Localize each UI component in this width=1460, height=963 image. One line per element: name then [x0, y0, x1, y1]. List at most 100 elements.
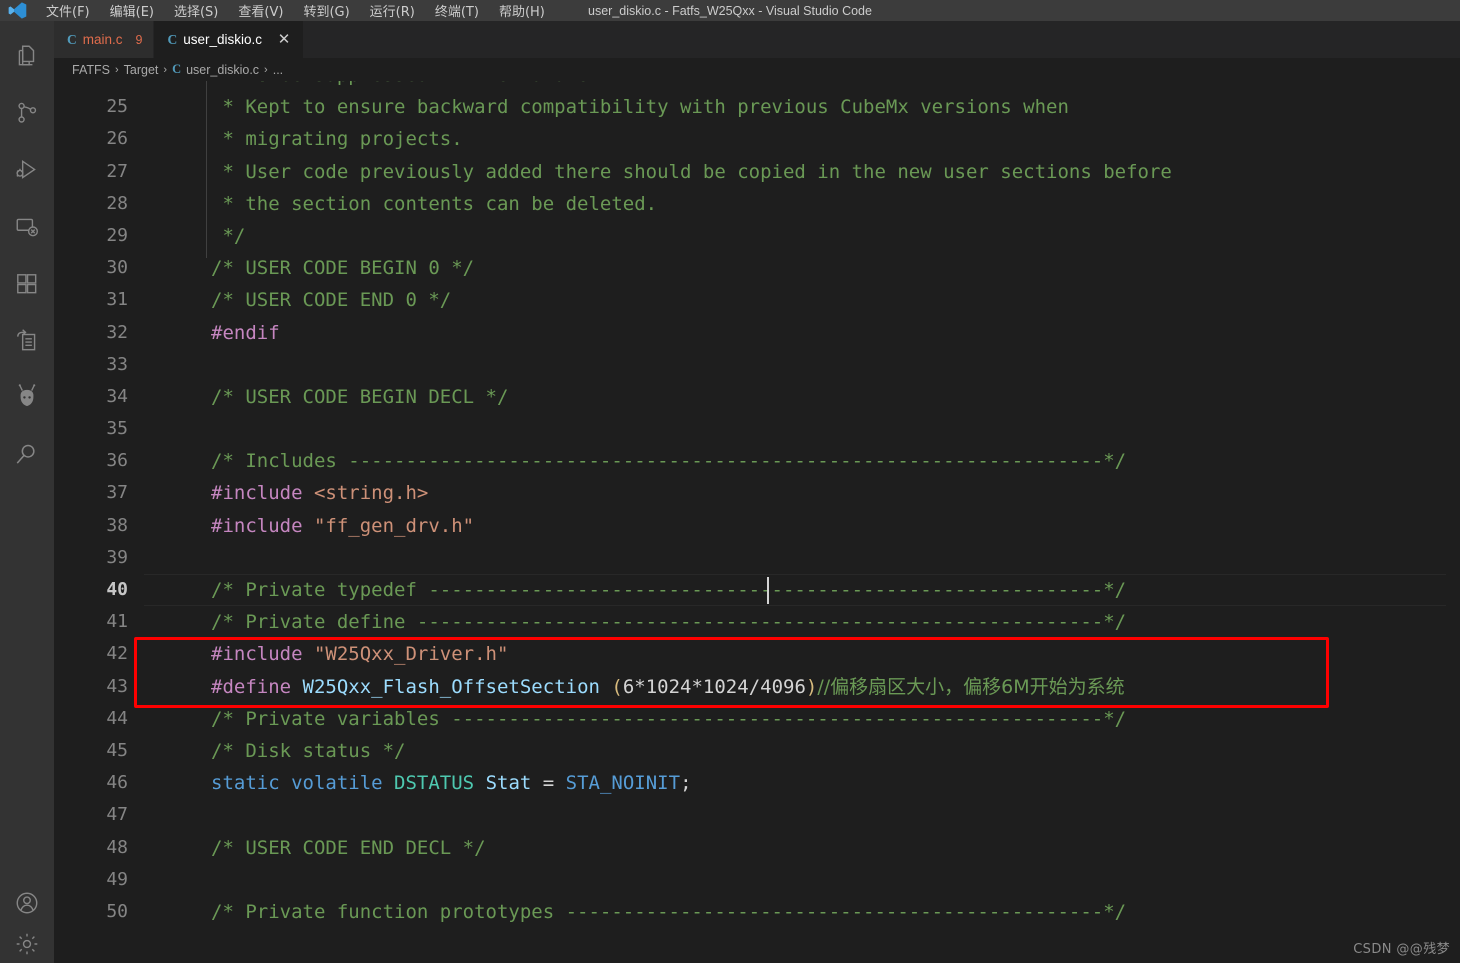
line-text: /* Private variables -------------------… [211, 707, 1127, 730]
c-file-icon: C [67, 31, 77, 47]
code-editor[interactable]: 24 * To be suppressed in the future.25 *… [54, 81, 1460, 963]
menu-help[interactable]: 帮助(H) [489, 0, 555, 22]
menu-selection[interactable]: 选择(S) [164, 0, 228, 22]
code-line: 37 #include <string.h> [54, 477, 1460, 509]
tab-label: user_diskio.c [183, 32, 263, 47]
menu-run[interactable]: 运行(R) [360, 0, 425, 22]
explorer-icon[interactable] [0, 27, 54, 84]
line-text: /* USER CODE END DECL */ [211, 836, 486, 859]
line-number: 46 [106, 772, 128, 794]
code-line: 47 [54, 799, 1460, 831]
editor-area: C main.c 9 C user_diskio.c ✕ FATFS › Tar… [54, 21, 1460, 963]
line-number: 45 [106, 739, 128, 761]
csdn-watermark: CSDN @@残梦 [1353, 942, 1450, 957]
tab-main-c[interactable]: C main.c 9 [54, 21, 155, 58]
code-line: 26 * migrating projects. [54, 123, 1460, 155]
line-number: 28 [106, 192, 128, 214]
tab-bar-filler [304, 21, 1460, 58]
line-number: 34 [106, 385, 128, 407]
vscode-logo-icon [0, 0, 36, 21]
line-number: 50 [106, 900, 128, 922]
line-number: 32 [106, 321, 128, 343]
settings-gear-icon[interactable] [0, 931, 54, 957]
line-number: 27 [106, 160, 128, 182]
tab-error-badge: 9 [135, 32, 143, 47]
code-line: 39 [54, 542, 1460, 574]
activity-bar-bottom-group [0, 874, 54, 963]
code-line: 25 * Kept to ensure backward compatibili… [54, 91, 1460, 123]
line-text: #include <string.h> [211, 482, 429, 505]
line-text: /* Private function prototypes ---------… [211, 900, 1127, 923]
line-number: 44 [106, 707, 128, 729]
remote-explorer-icon[interactable] [0, 198, 54, 255]
code-line: 33 [54, 349, 1460, 381]
line-text: /* Disk status */ [211, 739, 406, 762]
line-number: 41 [106, 611, 128, 633]
code-line: 27 * User code previously added there sh… [54, 156, 1460, 188]
line-text: * User code previously added there shoul… [211, 160, 1172, 183]
code-line: 31 /* USER CODE END 0 */ [54, 284, 1460, 316]
line-number: 47 [106, 804, 128, 826]
line-number: 31 [106, 289, 128, 311]
line-text: #endif [211, 321, 280, 344]
text-cursor [767, 577, 769, 605]
tab-user-diskio-c[interactable]: C user_diskio.c ✕ [154, 21, 305, 58]
line-number: 29 [106, 224, 128, 246]
indent-guide [206, 81, 207, 259]
line-text: #define W25Qxx_Flash_OffsetSection (6*10… [211, 675, 1125, 698]
line-text: * the section contents can be deleted. [211, 192, 658, 215]
source-control-icon[interactable] [0, 84, 54, 141]
breadcrumb-target[interactable]: Target [124, 63, 159, 77]
code-line: 41 /* Private define --------------------… [54, 606, 1460, 638]
close-icon[interactable]: ✕ [276, 32, 292, 48]
line-number: 43 [106, 675, 128, 697]
breadcrumb-fatfs[interactable]: FATFS [72, 63, 110, 77]
tab-bar: C main.c 9 C user_diskio.c ✕ [54, 21, 1460, 58]
vscode-window: user_diskio.c - Fatfs_W25Qxx - Visual St… [0, 0, 1460, 963]
menu-terminal[interactable]: 终端(T) [425, 0, 489, 22]
code-line: 38 #include "ff_gen_drv.h" [54, 510, 1460, 542]
code-line: 30 /* USER CODE BEGIN 0 */ [54, 252, 1460, 284]
search-icon[interactable] [0, 426, 54, 483]
line-number: 36 [106, 450, 128, 472]
code-line: 49 [54, 864, 1460, 896]
line-number: 40 [106, 579, 128, 600]
line-number: 38 [106, 514, 128, 536]
line-text: * migrating projects. [211, 128, 463, 151]
editor-overview-ruler[interactable] [1446, 81, 1460, 963]
line-text: * To be suppressed in the future. [211, 81, 600, 91]
line-text: /* USER CODE END 0 */ [211, 289, 452, 312]
line-text: /* USER CODE BEGIN 0 */ [211, 257, 475, 280]
import-project-icon[interactable] [0, 312, 54, 369]
line-text: * Kept to ensure backward compatibility … [211, 96, 1069, 119]
chevron-right-icon: › [264, 63, 268, 76]
platformio-icon[interactable] [0, 369, 54, 426]
menu-view[interactable]: 查看(V) [228, 0, 293, 22]
line-number: 37 [106, 482, 128, 504]
extensions-icon[interactable] [0, 255, 54, 312]
code-line: 44 /* Private variables -----------------… [54, 703, 1460, 735]
code-line: 28 * the section contents can be deleted… [54, 188, 1460, 220]
menu-go[interactable]: 转到(G) [293, 0, 359, 22]
run-and-debug-icon[interactable] [0, 141, 54, 198]
code-line: 43 #define W25Qxx_Flash_OffsetSection (6*… [54, 671, 1460, 703]
code-line: 42 #include "W25Qxx_Driver.h" [54, 638, 1460, 670]
line-text: static volatile DSTATUS Stat = STA_NOINI… [211, 772, 692, 795]
code-lines: 24 * To be suppressed in the future.25 *… [54, 81, 1460, 928]
code-line: 45 /* Disk status */ [54, 735, 1460, 767]
menu-edit[interactable]: 编辑(E) [100, 0, 164, 22]
code-line: 34 /* USER CODE BEGIN DECL */ [54, 381, 1460, 413]
line-number: 25 [106, 96, 128, 118]
line-text: /* Includes ----------------------------… [211, 450, 1127, 473]
menu-bar[interactable]: 文件(F) 编辑(E) 选择(S) 查看(V) 转到(G) 运行(R) 终端(T… [36, 0, 555, 22]
breadcrumb-user-diskio-c[interactable]: user_diskio.c [186, 63, 259, 77]
line-text: #include "W25Qxx_Driver.h" [211, 643, 509, 666]
line-text: /* USER CODE BEGIN DECL */ [211, 385, 509, 408]
chevron-right-icon: › [114, 63, 119, 76]
breadcrumb-more[interactable]: ... [273, 63, 283, 77]
account-icon[interactable] [0, 874, 54, 931]
line-number: 42 [106, 643, 128, 665]
line-number: 30 [106, 257, 128, 279]
code-line: 29 */ [54, 220, 1460, 252]
menu-file[interactable]: 文件(F) [36, 0, 100, 22]
